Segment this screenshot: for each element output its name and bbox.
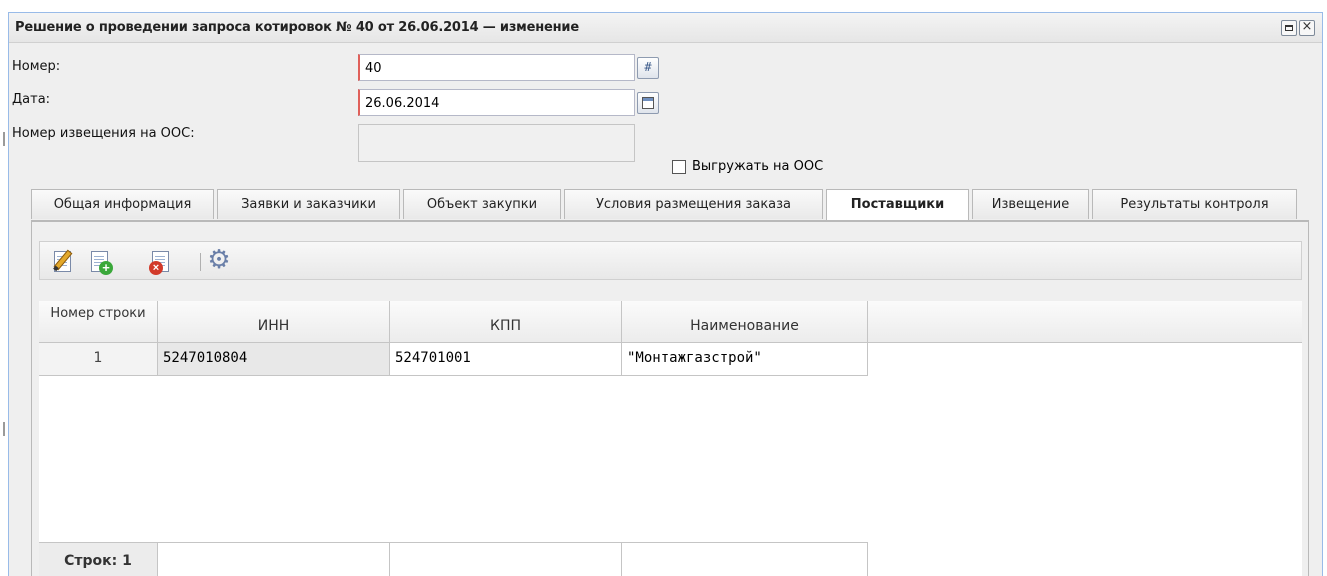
export-oos-checkbox[interactable] [672,160,686,174]
calendar-icon [642,97,654,109]
tab-control-results[interactable]: Результаты контроля [1092,189,1297,219]
date-label: Дата: [12,92,51,107]
tab-notice[interactable]: Извещение [972,189,1089,219]
row-count: Строк: 1 [39,543,158,576]
number-trigger-button[interactable]: # [637,57,659,79]
grid-footer: Строк: 1 [39,542,868,576]
suppliers-panel: + × ⚙ Номер строки ИНН КПП Наименование … [31,221,1309,576]
toolbar-separator [200,253,201,271]
tab-requests-customers[interactable]: Заявки и заказчики [217,189,400,219]
oos-number-label: Номер извещения на ООС: [12,126,195,141]
column-header-row-number[interactable]: Номер строки [39,301,158,343]
edge-mark [3,422,5,436]
close-button[interactable]: × [1299,19,1315,36]
table-row[interactable]: 1 5247010804 524701001 "Монтажгазстрой" [39,343,868,376]
tab-general-info[interactable]: Общая информация [31,189,214,219]
date-value: 26.06.2014 [365,96,440,111]
background-strip [0,0,1327,12]
edit-window: Решение о проведении запроса котировок №… [8,12,1323,576]
hash-icon: # [644,60,652,74]
column-header-name[interactable]: Наименование [622,301,868,343]
number-field[interactable]: 40 [358,54,635,81]
add-row-button[interactable]: + [87,249,113,275]
tab-order-conditions[interactable]: Условия размещения заказа [564,189,823,219]
date-picker-button[interactable] [637,92,659,114]
grid-header: Номер строки ИНН КПП Наименование [39,301,1302,343]
close-icon: × [1301,19,1313,34]
gear-icon: ⚙ [207,245,231,275]
grid-toolbar: + × ⚙ [39,241,1302,280]
footer-cell-inn [158,543,390,576]
window-title: Решение о проведении запроса котировок №… [15,20,579,35]
suppliers-grid: Номер строки ИНН КПП Наименование 1 5247… [39,301,1302,576]
tab-purchase-object[interactable]: Объект закупки [403,189,561,219]
background-edge [0,12,8,576]
cell-inn[interactable]: 5247010804 [158,343,390,375]
export-oos-label[interactable]: Выгружать на ООС [692,159,823,174]
number-value: 40 [365,61,382,76]
edge-mark [3,132,5,146]
edit-button[interactable] [50,249,76,275]
delete-row-button[interactable]: × [148,249,174,275]
settings-button[interactable]: ⚙ [206,245,232,275]
footer-cell-kpp [390,543,622,576]
tab-suppliers[interactable]: Поставщики [826,189,969,221]
oos-number-field [358,124,635,162]
footer-cell-name [622,543,868,576]
cell-name[interactable]: "Монтажгазстрой" [622,343,868,375]
cell-row-number: 1 [39,343,158,375]
delete-x-icon: × [149,261,163,275]
window-titlebar[interactable]: Решение о проведении запроса котировок №… [9,13,1322,43]
tab-bar: Общая информация Заявки и заказчики Объе… [9,187,1322,221]
plus-icon: + [99,261,113,275]
number-label: Номер: [12,59,61,74]
date-field[interactable]: 26.06.2014 [358,89,635,116]
maximize-button[interactable] [1281,20,1297,36]
column-header-inn[interactable]: ИНН [158,301,390,343]
column-header-kpp[interactable]: КПП [390,301,622,343]
maximize-icon [1285,25,1293,31]
cell-kpp[interactable]: 524701001 [390,343,622,375]
